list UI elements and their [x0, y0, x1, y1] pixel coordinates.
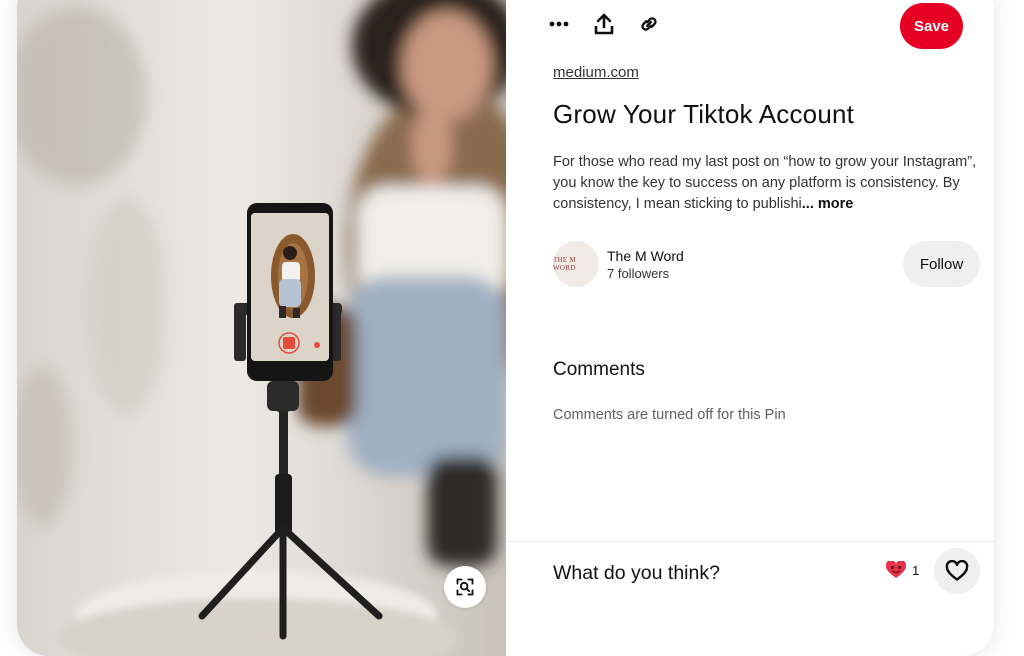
- source-link[interactable]: medium.com: [553, 64, 639, 81]
- more-options-button[interactable]: [539, 4, 579, 44]
- react-button[interactable]: [934, 548, 980, 594]
- pin-details-panel: Save medium.com Grow Your Tiktok Account…: [506, 0, 994, 656]
- creator-row: THE M WORD The M Word 7 followers Follow: [553, 241, 983, 289]
- footer-divider: [506, 541, 994, 542]
- more-link[interactable]: ... more: [802, 196, 854, 212]
- reaction-prompt: What do you think?: [553, 562, 720, 584]
- copy-link-button[interactable]: [629, 4, 669, 44]
- comments-heading: Comments: [553, 359, 645, 380]
- more-options-icon: [549, 21, 569, 27]
- share-icon: [594, 13, 614, 35]
- comments-status: Comments are turned off for this Pin: [553, 407, 786, 423]
- pin-photo: [17, 0, 506, 656]
- creator-avatar[interactable]: THE M WORD: [553, 241, 599, 287]
- pin-image[interactable]: [17, 0, 506, 656]
- link-icon: [641, 17, 657, 31]
- visual-search-button[interactable]: [444, 566, 486, 608]
- pin-toolbar: Save: [506, 0, 994, 50]
- heart-outline-icon: [945, 560, 969, 581]
- heart-eyes-emoji-icon: [886, 561, 906, 578]
- reaction-summary[interactable]: 1: [886, 561, 919, 579]
- creator-name[interactable]: The M Word: [607, 248, 684, 264]
- pin-title: Grow Your Tiktok Account: [553, 99, 855, 129]
- creator-avatar-logo: THE M WORD: [553, 256, 577, 272]
- follow-button[interactable]: Follow: [903, 241, 980, 287]
- pin-card: Save medium.com Grow Your Tiktok Account…: [17, 0, 994, 656]
- visual-search-icon: [456, 578, 474, 596]
- share-button[interactable]: [584, 4, 624, 44]
- pin-description: For those who read my last post on “how …: [553, 152, 988, 215]
- creator-followers: 7 followers: [607, 266, 670, 281]
- pin-description-text: For those who read my last post on “how …: [553, 154, 977, 212]
- reaction-count: 1: [912, 562, 920, 578]
- save-button[interactable]: Save: [900, 3, 963, 49]
